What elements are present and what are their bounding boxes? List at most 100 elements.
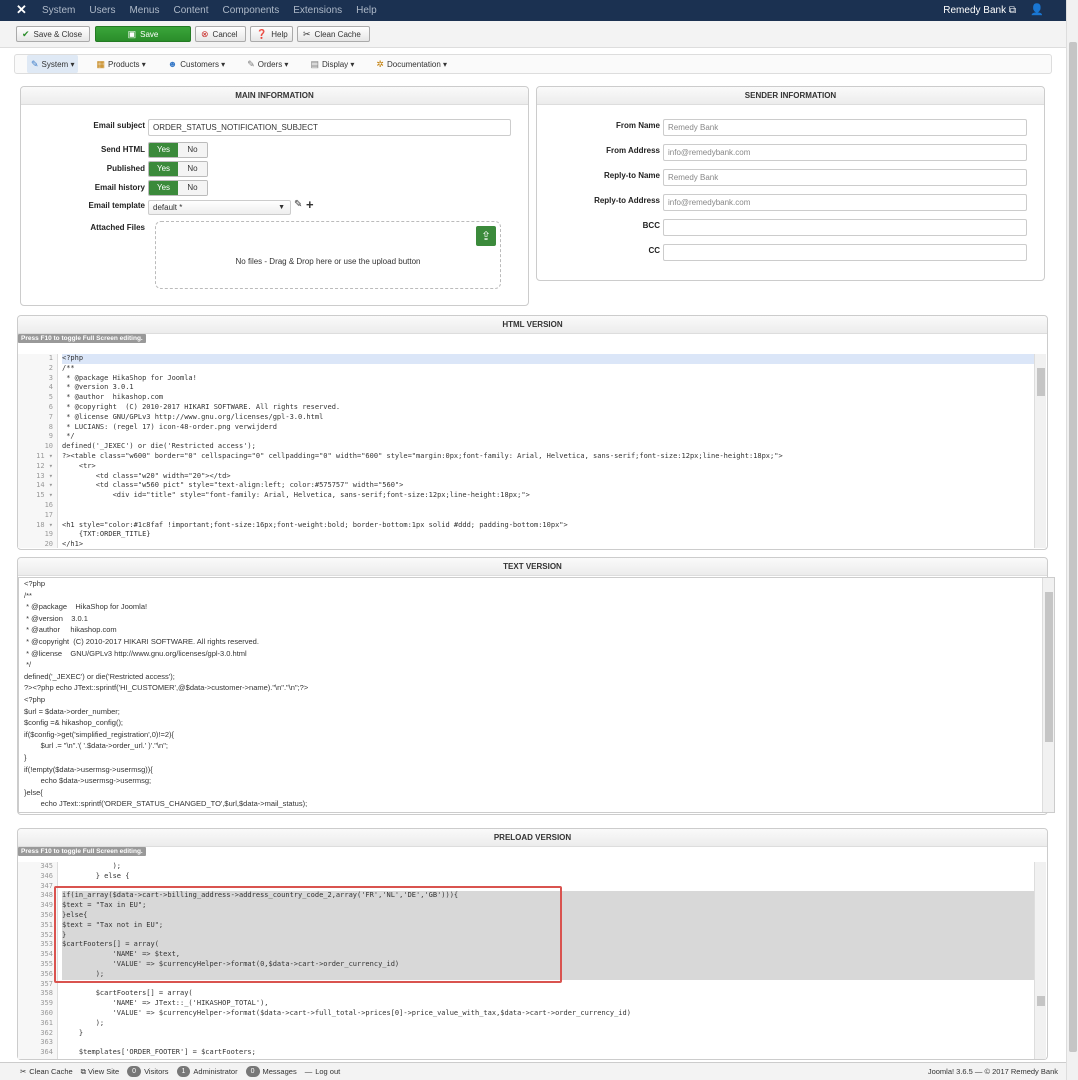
code-line[interactable]: * @version 3.0.1 — [62, 383, 1034, 393]
text-line[interactable]: defined('_JEXEC') or die('Restricted acc… — [19, 671, 1054, 683]
scrollbar-thumb[interactable] — [1045, 592, 1053, 742]
logout-link[interactable]: — Log out — [305, 1067, 341, 1076]
submenu-system[interactable]: ✎ System ▾ — [27, 55, 79, 73]
code-line[interactable]: /** — [62, 364, 1034, 374]
code-line[interactable] — [62, 501, 1034, 511]
menu-content[interactable]: Content — [173, 5, 208, 16]
text-line[interactable]: if(!empty($data->usermsg->usermsg)){ — [19, 764, 1054, 776]
code-line[interactable]: } — [62, 1029, 1034, 1039]
code-line[interactable]: <div id="title" style="font-family: Aria… — [62, 491, 1034, 501]
text-line[interactable]: echo JText::sprintf('ORDER_STATUS_CHANGE… — [19, 798, 1054, 810]
submenu-orders[interactable]: ✎ Orders ▾ — [243, 55, 292, 73]
code-line[interactable]: * @package HikaShop for Joomla! — [62, 374, 1034, 384]
code-line[interactable] — [62, 511, 1034, 521]
text-line[interactable]: * @package HikaShop for Joomla! — [19, 601, 1054, 613]
submenu-customers[interactable]: ☻ Customers ▾ — [164, 55, 229, 73]
code-line[interactable]: * @license GNU/GPLv3 http://www.gnu.org/… — [62, 413, 1034, 423]
add-template-icon[interactable]: + — [306, 197, 314, 212]
text-line[interactable]: * @license GNU/GPLv3 http://www.gnu.org/… — [19, 648, 1054, 660]
text-line[interactable]: $config =& hikashop_config(); — [19, 717, 1054, 729]
html-code-editor[interactable]: 1 2 3 4 5 6 7 8 9 10 11 ▾ 12 ▾ 13 ▾ 14 ▾ 15 ▾ 16 17 18 ▾ 1… — [18, 354, 1046, 548]
text-line[interactable]: * @version 3.0.1 — [19, 613, 1054, 625]
text-line[interactable]: $url = $data->order_number; — [19, 706, 1054, 718]
code-line[interactable]: $cartFooters[] = array( — [62, 989, 1034, 999]
user-icon[interactable]: 👤 — [1030, 3, 1044, 16]
text-line[interactable]: * @author hikashop.com — [19, 624, 1054, 636]
code-line[interactable]: $templates['ORDER_FOOTER'] = $cartFooter… — [62, 1048, 1034, 1058]
menu-system[interactable]: System — [42, 5, 75, 16]
submenu-products[interactable]: ▦ Products ▾ — [92, 55, 149, 73]
edit-template-icon[interactable]: ✎ — [294, 199, 302, 210]
reply-to-address-input[interactable]: info@remedybank.com — [663, 194, 1027, 211]
joomla-logo-icon[interactable]: ✕ — [16, 3, 30, 17]
reply-to-name-input[interactable]: Remedy Bank — [663, 169, 1027, 186]
published-no[interactable]: No — [178, 162, 207, 176]
text-line[interactable]: } — [19, 752, 1054, 764]
from-name-input[interactable]: Remedy Bank — [663, 119, 1027, 136]
text-version-textarea[interactable]: <?php/** * @package HikaShop for Joomla!… — [18, 577, 1055, 813]
code-line[interactable]: <tr> — [62, 462, 1034, 472]
save-button[interactable]: ▣ Save — [95, 26, 191, 42]
administrator-indicator[interactable]: 1 Administrator — [176, 1066, 238, 1077]
scrollbar[interactable] — [1034, 354, 1046, 548]
published-toggle[interactable]: Yes No — [148, 161, 208, 177]
code-line[interactable]: defined('_JEXEC') or die('Restricted acc… — [62, 442, 1034, 452]
upload-icon[interactable]: ⇪ — [476, 226, 496, 246]
code-line[interactable]: <?php — [62, 354, 1034, 364]
scrollbar[interactable] — [1042, 578, 1054, 812]
published-yes[interactable]: Yes — [149, 162, 178, 176]
bcc-input[interactable] — [663, 219, 1027, 236]
code-line[interactable]: ); — [62, 862, 1034, 872]
from-address-input[interactable]: info@remedybank.com — [663, 144, 1027, 161]
file-dropzone[interactable]: ⇪ No files - Drag & Drop here or use the… — [155, 221, 501, 289]
code-line[interactable]: } else { — [62, 872, 1034, 882]
code-line[interactable]: {TXT:ORDER_TITLE} — [62, 530, 1034, 540]
send-html-toggle[interactable]: Yes No — [148, 142, 208, 158]
textarea-content[interactable]: <?php/** * @package HikaShop for Joomla!… — [19, 578, 1054, 810]
send-html-yes[interactable]: Yes — [149, 143, 178, 157]
text-line[interactable]: $url .= "\n".'( '.$data->order_url.' )'.… — [19, 740, 1054, 752]
menu-help[interactable]: Help — [356, 5, 377, 16]
email-history-toggle[interactable]: Yes No — [148, 180, 208, 196]
code-line[interactable]: * @copyright (C) 2010-2017 HIKARI SOFTWA… — [62, 403, 1034, 413]
code-line[interactable]: * @author hikashop.com — [62, 393, 1034, 403]
menu-menus[interactable]: Menus — [129, 5, 159, 16]
text-line[interactable]: */ — [19, 659, 1054, 671]
submenu-documentation[interactable]: ✲ Documentation ▾ — [372, 55, 451, 73]
text-line[interactable]: /** — [19, 590, 1054, 602]
text-line[interactable]: <?php — [19, 578, 1054, 590]
code-line[interactable]: 'VALUE' => $currencyHelper->format($data… — [62, 1009, 1034, 1019]
code-line[interactable]: * LUCIANS: (regel 17) icon-48-order.png … — [62, 423, 1034, 433]
code-line[interactable]: <td class="w20" width="20"></td> — [62, 472, 1034, 482]
code-line[interactable]: <td class="w560 pict" style="text-align:… — [62, 481, 1034, 491]
menu-users[interactable]: Users — [89, 5, 115, 16]
email-subject-input[interactable]: ORDER_STATUS_NOTIFICATION_SUBJECT — [148, 119, 511, 136]
text-line[interactable]: * @copyright (C) 2010-2017 HIKARI SOFTWA… — [19, 636, 1054, 648]
code-line[interactable]: 'NAME' => JText::_('HIKASHOP_TOTAL'), — [62, 999, 1034, 1009]
text-line[interactable]: <?php — [19, 694, 1054, 706]
email-template-select[interactable]: default * ▼ — [148, 200, 291, 215]
submenu-display[interactable]: ▤ Display ▾ — [306, 55, 358, 73]
email-history-yes[interactable]: Yes — [149, 181, 178, 195]
clean-cache-button[interactable]: ✂ Clean Cache — [297, 26, 370, 42]
help-button[interactable]: ❓ Help — [250, 26, 293, 42]
cancel-button[interactable]: ⊗ Cancel — [195, 26, 246, 42]
clean-cache-link[interactable]: ✂ Clean Cache — [20, 1067, 73, 1076]
cc-input[interactable] — [663, 244, 1027, 261]
menu-extensions[interactable]: Extensions — [293, 5, 342, 16]
text-line[interactable]: if($config->get('simplified_registration… — [19, 729, 1054, 741]
visitors-indicator[interactable]: 0 Visitors — [127, 1066, 169, 1077]
view-site-link[interactable]: ⧉ View Site — [81, 1067, 120, 1077]
send-html-no[interactable]: No — [178, 143, 207, 157]
code-line[interactable]: </h1> — [62, 540, 1034, 548]
text-line[interactable]: }else{ — [19, 787, 1054, 799]
text-line[interactable]: ?><?php echo JText::sprintf('HI_CUSTOMER… — [19, 682, 1054, 694]
code-lines[interactable]: <?php/** * @package HikaShop for Joomla!… — [62, 354, 1034, 548]
scrollbar-thumb[interactable] — [1037, 368, 1045, 396]
code-line[interactable]: ?><table class="w600" border="0" cellspa… — [62, 452, 1034, 462]
site-link[interactable]: Remedy Bank ⧉ — [943, 5, 1016, 16]
text-line[interactable]: echo $data->usermsg->usermsg; — [19, 775, 1054, 787]
messages-indicator[interactable]: 0 Messages — [245, 1066, 297, 1077]
scrollbar[interactable] — [1034, 862, 1046, 1059]
code-line[interactable]: ); — [62, 1019, 1034, 1029]
